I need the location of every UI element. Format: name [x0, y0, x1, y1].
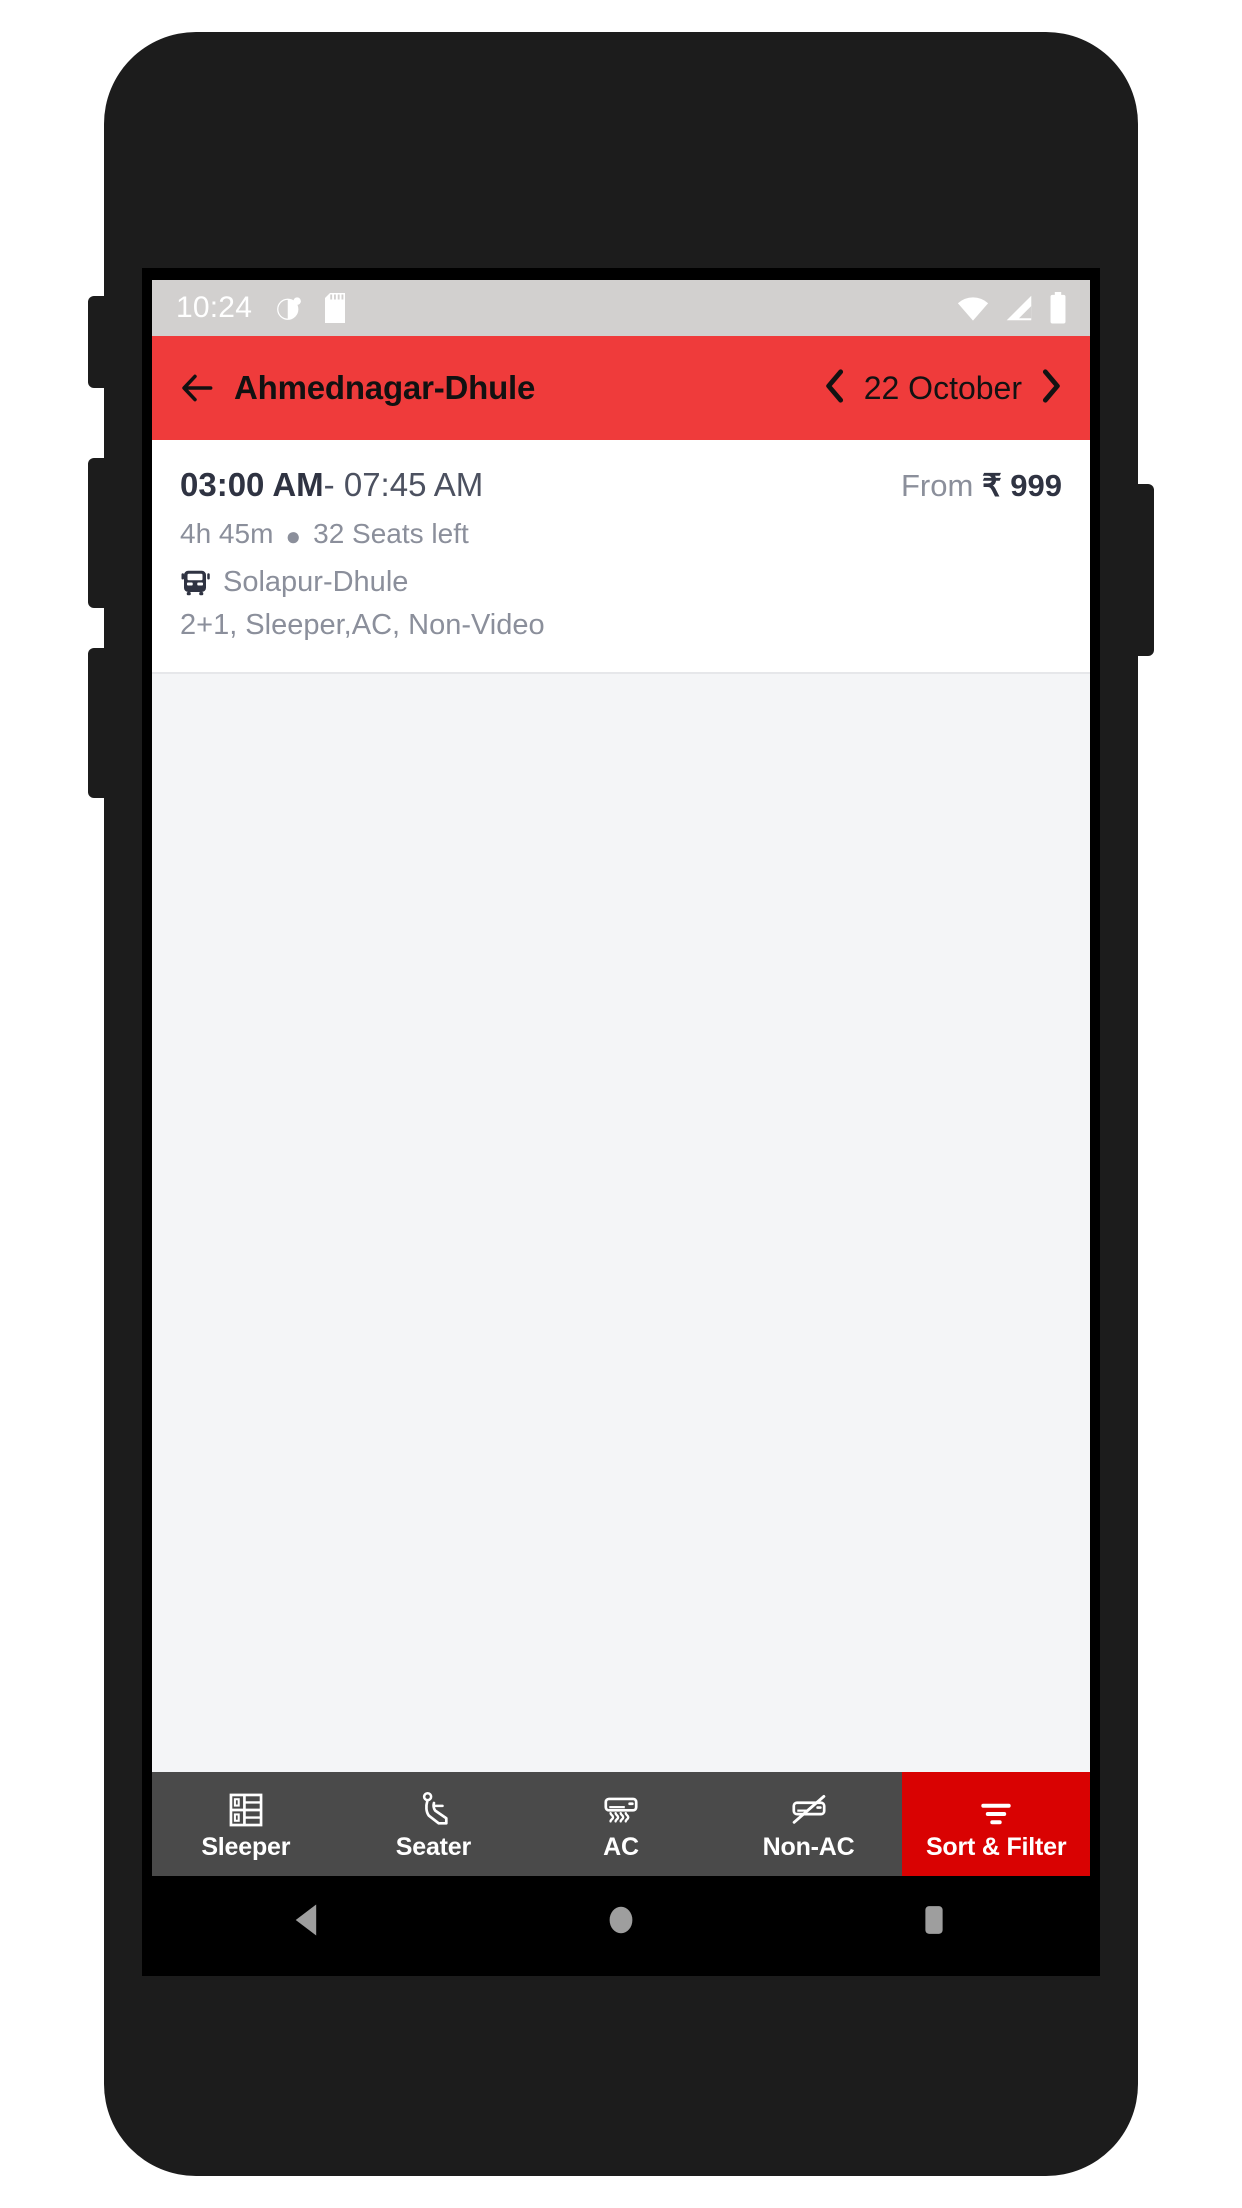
bus-icon: [180, 568, 210, 598]
android-navigation-bar: [152, 1876, 1090, 1964]
bus-type-row: 2+1, Sleeper,AC, Non-Video: [180, 609, 545, 641]
air-conditioner-icon: [602, 1787, 640, 1829]
selected-date[interactable]: 22 October: [864, 370, 1022, 407]
phone-volume-down-button[interactable]: [88, 458, 110, 608]
time-separator: -: [323, 466, 335, 503]
filter-label-seater: Seater: [395, 1832, 472, 1861]
chevron-left-icon[interactable]: [822, 368, 848, 408]
bottom-filter-bar: Sleeper Seater AC Non-AC Sort & Filter: [152, 1772, 1090, 1876]
bus-price: From ₹ 999: [901, 468, 1062, 504]
bus-duration: 4h 45m: [180, 518, 274, 549]
screenshot-root: 10:24 Ahmednagar-Dhule 22 October 03:00 …: [0, 0, 1242, 2208]
price-amount: ₹ 999: [981, 468, 1062, 503]
sd-card-icon: [322, 293, 348, 323]
date-navigator: 22 October: [822, 368, 1064, 408]
seat-icon: [414, 1787, 452, 1829]
bus-meta-row: 4h 45m ● 32 Seats left: [180, 518, 1062, 550]
android-back-icon[interactable]: [152, 1900, 465, 1940]
status-bar-right-icons: [956, 292, 1068, 324]
phone-screen: 10:24 Ahmednagar-Dhule 22 October 03:00 …: [152, 280, 1090, 1964]
wifi-icon: [956, 294, 990, 322]
filter-item-non-ac[interactable]: Non-AC: [715, 1772, 903, 1876]
sort-and-filter-button[interactable]: Sort & Filter: [902, 1772, 1090, 1876]
cellular-signal-icon: [1004, 294, 1034, 322]
price-prefix-label: From: [900, 468, 974, 503]
bus-card-top-row: 03:00 AM- 07:45 AM From ₹ 999: [180, 466, 1062, 504]
arrival-time: 07:45 AM: [343, 466, 484, 503]
status-bar: 10:24: [152, 280, 1090, 336]
filter-item-sleeper[interactable]: Sleeper: [152, 1772, 340, 1876]
android-recents-icon[interactable]: [777, 1900, 1090, 1940]
bus-seats-left: 32 Seats left: [313, 518, 469, 549]
status-bar-clock: 10:24: [176, 291, 253, 324]
filter-item-seater[interactable]: Seater: [340, 1772, 528, 1876]
phone-assistant-button[interactable]: [88, 648, 110, 798]
moon-icon: [274, 293, 304, 323]
filter-label-sleeper: Sleeper: [201, 1832, 291, 1861]
filter-label-ac: AC: [603, 1832, 639, 1861]
back-arrow-icon[interactable]: [180, 373, 214, 403]
filter-label-non-ac: Non-AC: [762, 1832, 855, 1861]
phone-power-button[interactable]: [1132, 484, 1154, 656]
status-bar-left-icons: [274, 293, 348, 323]
phone-volume-up-button[interactable]: [88, 296, 110, 388]
chevron-right-icon[interactable]: [1038, 368, 1064, 408]
meta-bullet-separator: ●: [285, 520, 302, 551]
app-bar-left-group: Ahmednagar-Dhule: [180, 369, 535, 407]
filter-label-sort-and-filter: Sort & Filter: [925, 1832, 1067, 1861]
battery-icon: [1048, 292, 1068, 324]
no-air-conditioner-icon: [790, 1787, 828, 1829]
bus-timing: 03:00 AM- 07:45 AM: [180, 466, 483, 504]
bus-results-list[interactable]: 03:00 AM- 07:45 AM From ₹ 999 4h 45m ● 32 …: [152, 440, 1090, 1820]
filter-item-ac[interactable]: AC: [527, 1772, 715, 1876]
app-bar: Ahmednagar-Dhule 22 October: [152, 336, 1090, 440]
bus-result-card[interactable]: 03:00 AM- 07:45 AM From ₹ 999 4h 45m ● 32 …: [152, 440, 1090, 674]
page-title: Ahmednagar-Dhule: [234, 369, 536, 406]
bus-operator-row: Solapur-Dhule: [180, 566, 1062, 599]
sleeper-berth-icon: [227, 1787, 265, 1829]
departure-time: 03:00 AM: [180, 466, 324, 503]
bus-operator-name: Solapur-Dhule: [223, 566, 409, 598]
filter-funnel-icon: [978, 1787, 1014, 1829]
android-home-icon[interactable]: [465, 1900, 778, 1940]
